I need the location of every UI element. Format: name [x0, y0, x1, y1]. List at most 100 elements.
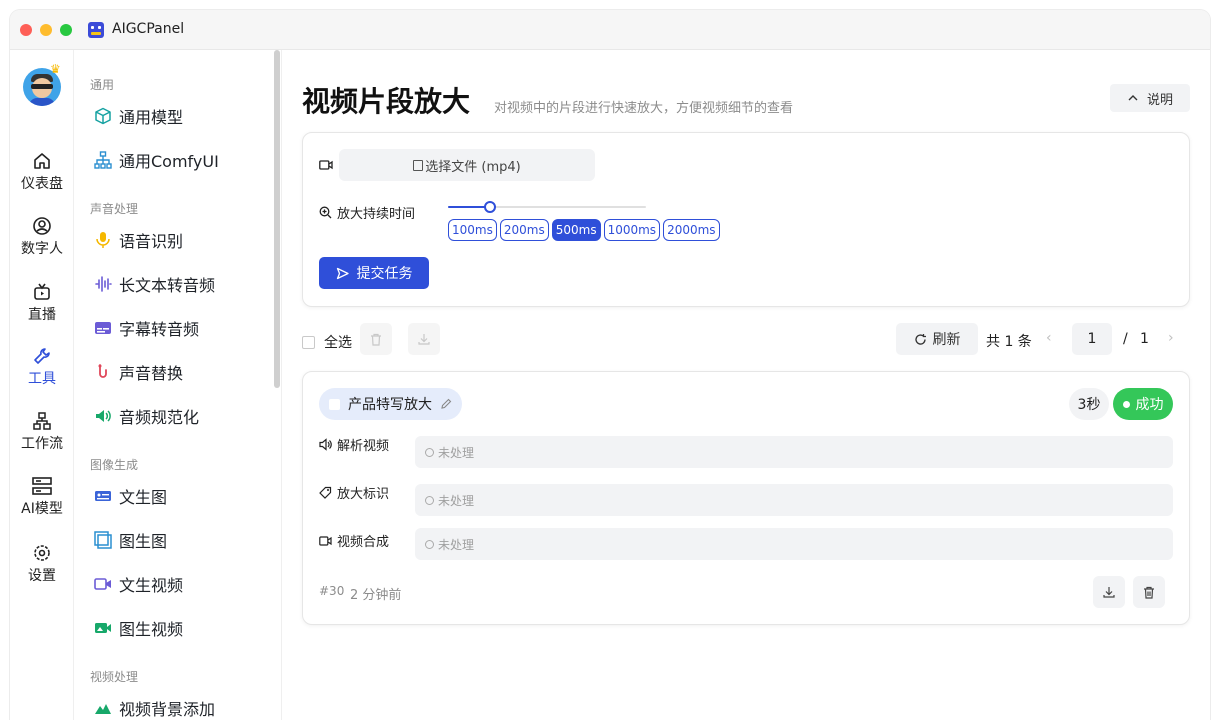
- delete-task-button[interactable]: [1133, 576, 1165, 608]
- duration-label: 放大持续时间: [337, 207, 416, 222]
- rail-item-dashboard[interactable]: 仪表盘: [10, 151, 74, 193]
- duration-label-row: 放大持续时间: [319, 203, 415, 222]
- image-video-icon: [95, 623, 111, 633]
- rail-label: 直播: [28, 307, 56, 323]
- rail-label: 工作流: [21, 436, 63, 452]
- waveform-icon: [95, 276, 112, 292]
- rail-item-ai-model[interactable]: AI模型: [10, 476, 74, 518]
- speaker-icon: [96, 410, 111, 422]
- app-window: AIGCPanel ♛ 仪表盘 数字人 直播 工具 工作流 AI模型 设置 通用…: [10, 10, 1210, 720]
- chevron-left-icon[interactable]: ‹: [1046, 330, 1052, 346]
- rail-label: 工具: [28, 371, 56, 387]
- sidebar-item-image-to-image[interactable]: 图生图: [94, 527, 167, 553]
- select-file-button[interactable]: 选择文件 (mp4): [339, 149, 595, 181]
- task-name: 产品特写放大: [348, 397, 432, 413]
- bulk-delete-button[interactable]: [360, 323, 392, 355]
- sidebar-item-long-text-audio[interactable]: 长文本转音频: [94, 271, 215, 297]
- step-value-parse: 未处理: [415, 436, 1173, 468]
- subtitle-icon: [95, 322, 111, 334]
- workflow-icon: [33, 412, 51, 430]
- sidebar-item-speech-recognition[interactable]: 语音识别: [94, 227, 183, 253]
- sidebar-item-text-to-video[interactable]: 文生视频: [94, 571, 183, 597]
- task-checkbox[interactable]: [329, 398, 340, 410]
- chevron-right-icon[interactable]: ›: [1168, 330, 1174, 346]
- user-circle-icon: [33, 217, 51, 235]
- trash-icon: [1144, 586, 1154, 599]
- tag-icon: [319, 486, 332, 499]
- group-title-general: 通用: [90, 78, 115, 92]
- step-value-text: 未处理: [438, 445, 475, 460]
- sidebar-item-image-to-video[interactable]: 图生视频: [94, 615, 183, 641]
- minimize-window-button[interactable]: [40, 24, 52, 36]
- status-badge: 成功: [1113, 388, 1173, 420]
- select-all-label: 全选: [324, 335, 352, 351]
- sidebar-item-label: 长文本转音频: [119, 276, 216, 295]
- sidebar-item-label: 通用ComfyUI: [119, 152, 219, 171]
- sidebar-item-audio-normalize[interactable]: 音频规范化: [94, 403, 199, 429]
- step-value-merge: 未处理: [415, 528, 1173, 560]
- duration-slider-handle[interactable]: [484, 201, 496, 213]
- video-small-icon: [319, 535, 332, 546]
- sidebar-item-voice-replace[interactable]: 声音替换: [94, 359, 183, 385]
- refresh-button[interactable]: 刷新: [896, 323, 978, 355]
- submit-task-button[interactable]: 提交任务: [319, 257, 429, 289]
- sidebar-scrollbar[interactable]: [274, 50, 280, 388]
- sidebar-item-label: 音频规范化: [119, 408, 200, 427]
- duration-badge: 3秒: [1069, 388, 1109, 420]
- step-value-mark: 未处理: [415, 484, 1173, 516]
- duration-slider[interactable]: [448, 201, 646, 213]
- rail-item-settings[interactable]: 设置: [10, 543, 74, 585]
- sidebar-item-general-model[interactable]: 通用模型: [94, 103, 183, 129]
- refresh-icon: [914, 333, 926, 345]
- duration-option-1000ms[interactable]: 1000ms: [603, 219, 661, 241]
- duration-option-2000ms[interactable]: 2000ms: [663, 219, 720, 241]
- rail-item-live[interactable]: 直播: [10, 282, 74, 324]
- bulk-download-button[interactable]: [408, 323, 440, 355]
- swap-voice-icon: [98, 364, 107, 378]
- total-count: 共 1 条: [986, 334, 1032, 350]
- step-label-merge: 视频合成: [319, 531, 389, 550]
- help-label: 说明: [1146, 92, 1173, 108]
- status-dot: [1122, 400, 1130, 408]
- main-content: 视频片段放大 对视频中的片段进行快速放大，方便视频细节的查看 说明 选择文件 (…: [282, 50, 1210, 720]
- tv-icon: [34, 283, 50, 300]
- select-file-label: 选择文件 (mp4): [425, 159, 521, 175]
- rail-item-digital-human[interactable]: 数字人: [10, 216, 74, 258]
- rail-item-tools[interactable]: 工具: [10, 346, 74, 388]
- sidebar-item-label: 图生视频: [119, 620, 184, 639]
- hierarchy-icon: [94, 151, 112, 169]
- maximize-window-button[interactable]: [60, 24, 72, 36]
- page-input[interactable]: 1: [1072, 323, 1112, 355]
- duration-option-500ms[interactable]: 500ms: [551, 219, 601, 241]
- task-id: #30: [319, 584, 345, 598]
- download-icon: [1103, 587, 1115, 598]
- close-window-button[interactable]: [20, 24, 32, 36]
- home-icon: [34, 153, 50, 169]
- step-label-mark: 放大标识: [319, 483, 389, 502]
- sidebar-item-video-background[interactable]: 视频背景添加: [94, 695, 215, 720]
- page-separator: /: [1123, 331, 1128, 347]
- select-all-checkbox[interactable]: [302, 335, 315, 349]
- duration-option-100ms[interactable]: 100ms: [448, 219, 497, 241]
- edit-icon[interactable]: [440, 398, 452, 410]
- sidebar-item-label: 文生图: [119, 488, 168, 507]
- video-icon: [319, 160, 333, 170]
- sidebar-item-label: 语音识别: [119, 232, 184, 251]
- group-title-image: 图像生成: [90, 458, 139, 472]
- step-label-text: 视频合成: [337, 535, 390, 550]
- sidebar-item-label: 通用模型: [119, 108, 184, 127]
- video-camera-icon: [94, 578, 111, 590]
- sidebar-item-comfyui[interactable]: 通用ComfyUI: [94, 147, 219, 173]
- duration-option-200ms[interactable]: 200ms: [499, 219, 549, 241]
- sidebar-item-subtitle-audio[interactable]: 字幕转音频: [94, 315, 199, 341]
- task-title-tag[interactable]: 产品特写放大: [319, 388, 462, 420]
- sidebar-item-text-to-image[interactable]: 文生图: [94, 483, 167, 509]
- tool-sidebar: 通用 通用模型 通用ComfyUI 声音处理 语音识别 长文本转音频 字幕转音频…: [74, 50, 282, 720]
- step-label-parse: 解析视频: [319, 435, 389, 454]
- rail-item-workflow[interactable]: 工作流: [10, 411, 74, 453]
- download-icon: [418, 334, 430, 345]
- sidebar-item-label: 图生图: [119, 532, 168, 551]
- download-task-button[interactable]: [1093, 576, 1125, 608]
- select-all[interactable]: 全选: [302, 332, 352, 352]
- help-button[interactable]: 说明: [1110, 84, 1190, 112]
